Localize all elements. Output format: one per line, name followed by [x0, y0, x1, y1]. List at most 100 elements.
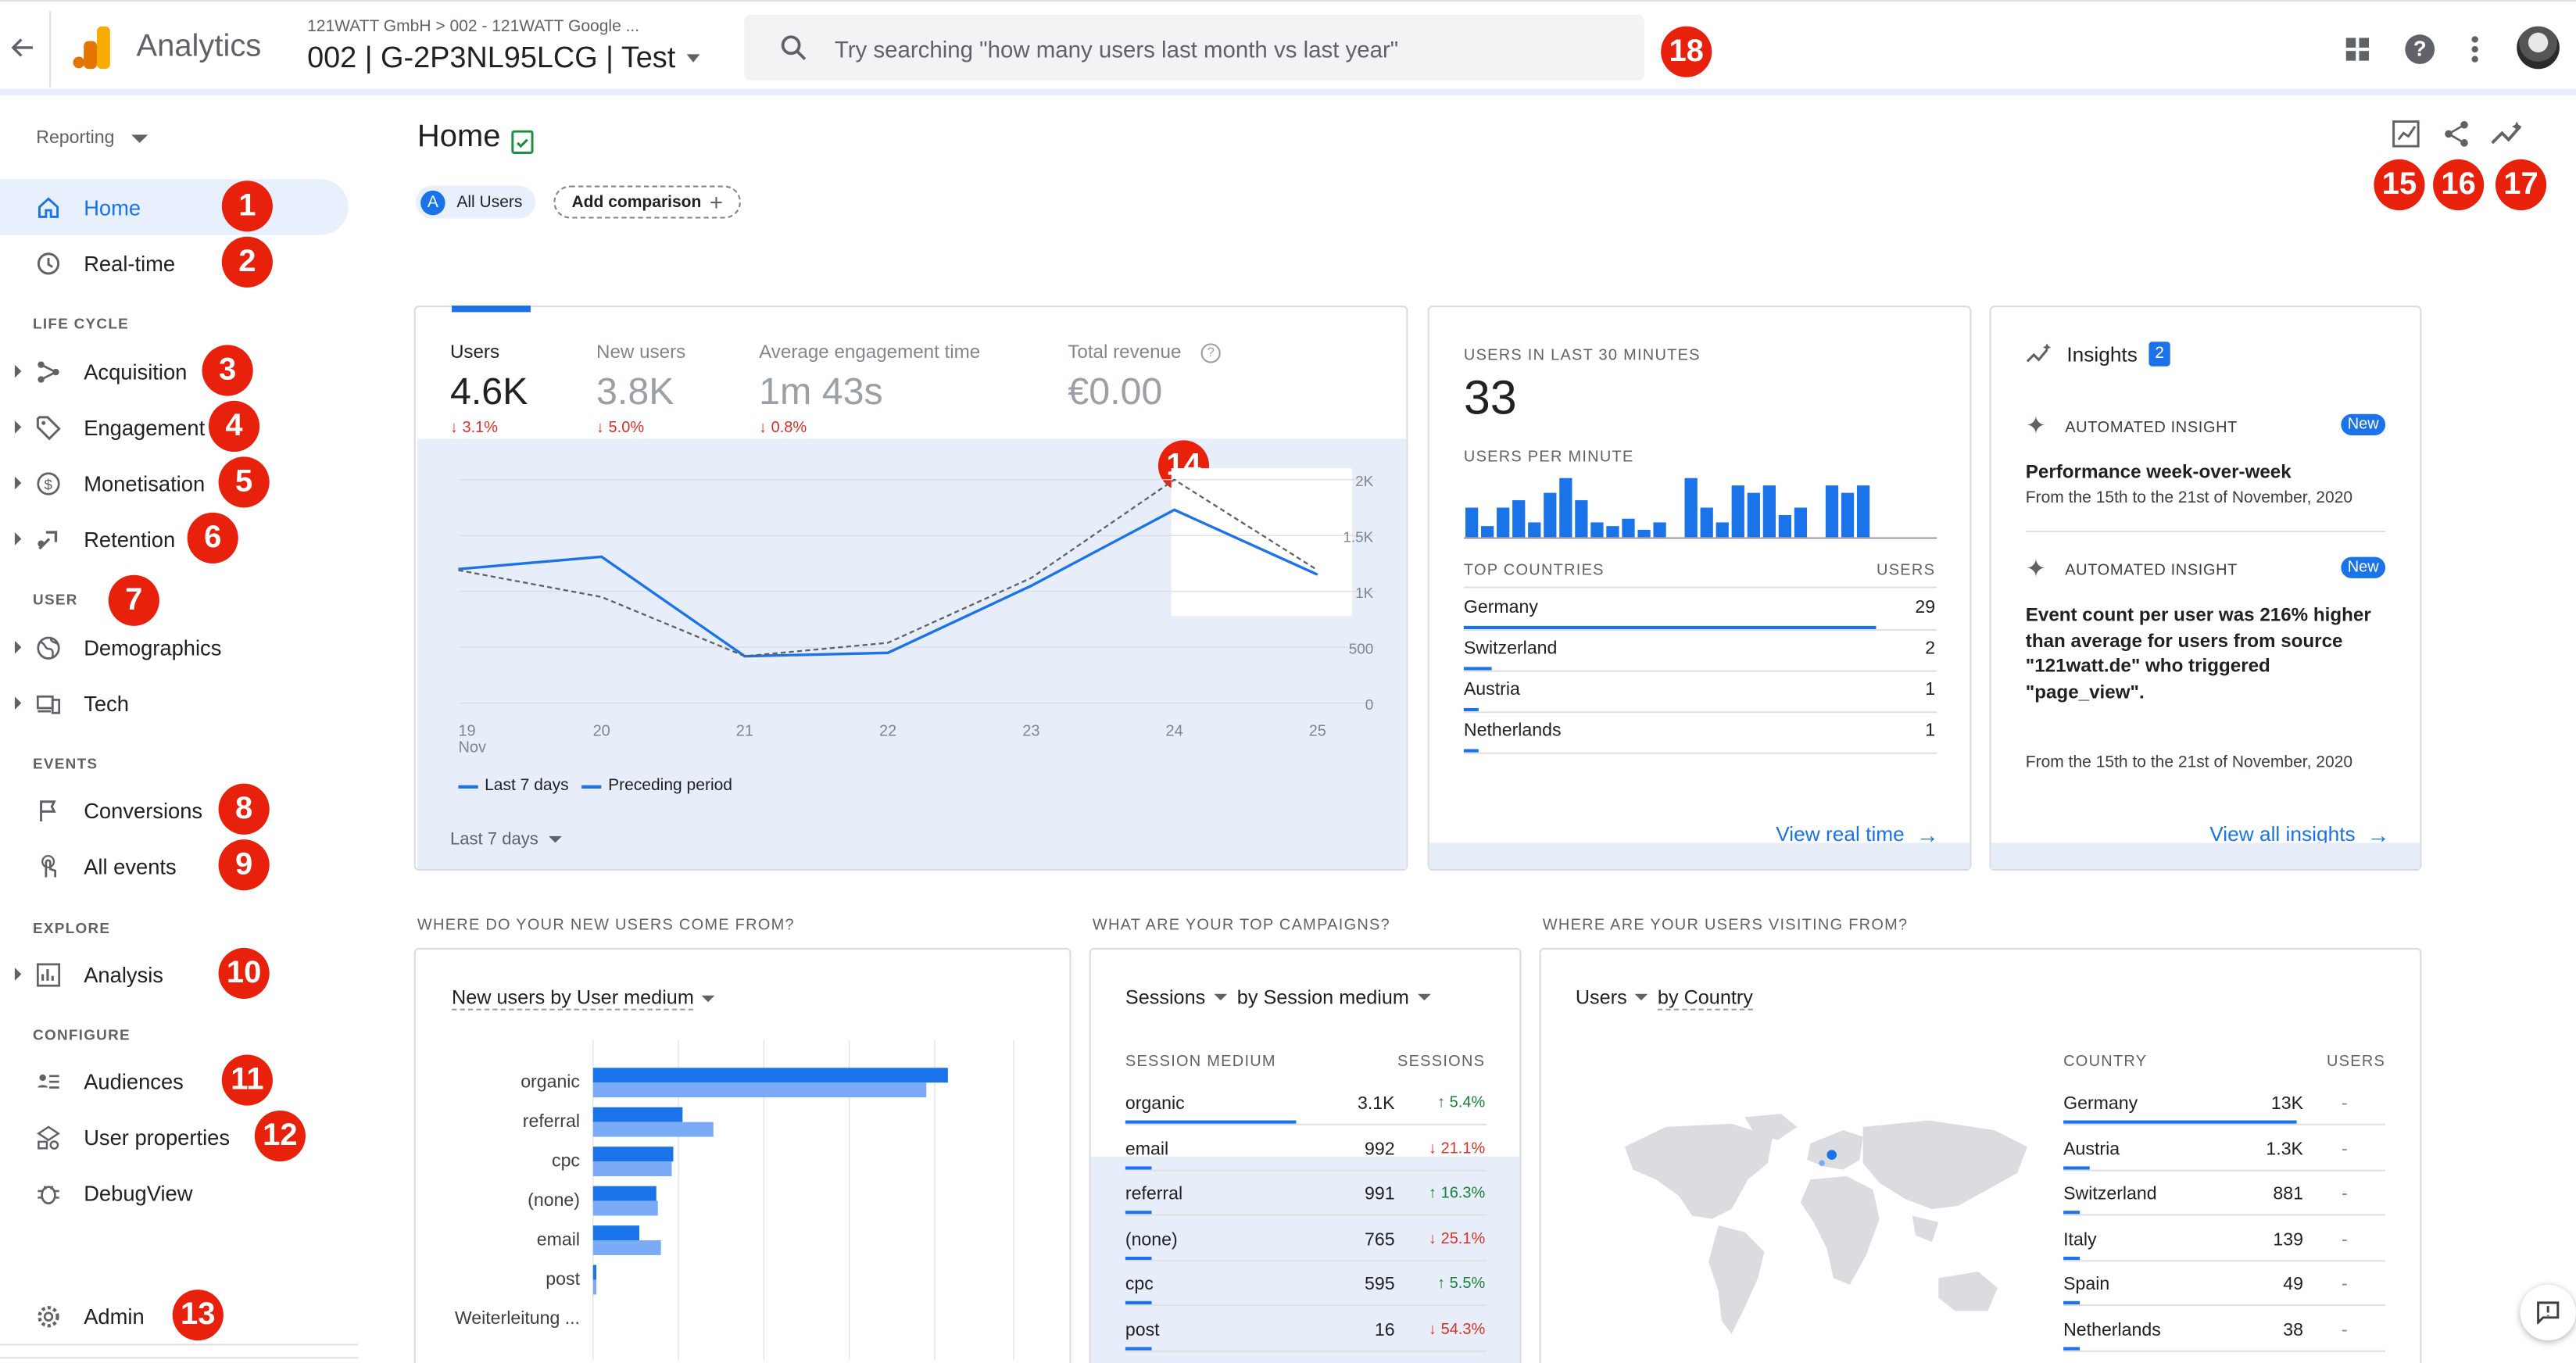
- bar-last-7-days: [592, 1186, 657, 1201]
- sidebar-item-all-events[interactable]: All events: [0, 838, 349, 893]
- bar-preceding-period: [592, 1279, 597, 1295]
- session-count: 991: [1365, 1184, 1395, 1204]
- avatar[interactable]: [2517, 26, 2560, 70]
- search-bar[interactable]: Try searching "how many users last month…: [744, 14, 1645, 80]
- by-country-label[interactable]: by Country: [1657, 986, 1753, 1011]
- feedback-icon[interactable]: [2520, 1284, 2576, 1341]
- sidebar-item-retention[interactable]: Retention: [0, 511, 349, 567]
- metric-tab-users[interactable]: Users 4.6K ↓ 3.1%: [450, 343, 528, 437]
- y-tick-label: 1.5K: [1343, 530, 1373, 546]
- apps-grid-icon[interactable]: [2345, 38, 2370, 61]
- expand-caret-icon[interactable]: [14, 476, 22, 490]
- metric-tab-average-engagement-time[interactable]: Average engagement time 1m 43s ↓ 0.8%: [759, 343, 980, 437]
- sidebar-item-label: Tech: [84, 690, 129, 716]
- country-name: Netherlands: [1463, 721, 1562, 742]
- x-tick-label: 24: [1165, 723, 1182, 740]
- sidebar-item-label: Demographics: [84, 635, 222, 660]
- country-name: Germany: [1463, 598, 1538, 618]
- x-tick-label: 19: [458, 723, 475, 740]
- expand-caret-icon[interactable]: [14, 532, 22, 546]
- users-per-minute-label: USERS PER MINUTE: [1463, 448, 1634, 467]
- expand-caret-icon[interactable]: [14, 420, 22, 434]
- touch-icon: [36, 854, 61, 879]
- sidebar-item-engagement[interactable]: Engagement: [0, 399, 349, 455]
- country-users: 1: [1925, 721, 1936, 742]
- metric-value: 3.8K: [596, 369, 674, 413]
- country-change: -: [2342, 1319, 2348, 1340]
- devices-icon: [36, 692, 61, 717]
- info-icon[interactable]: ?: [1200, 343, 1221, 363]
- users-selector[interactable]: Users: [1576, 986, 1649, 1009]
- metric-value: €0.00: [1068, 369, 1163, 413]
- share-icon[interactable]: [2443, 120, 2471, 148]
- legend-last-7-days: Last 7 days: [485, 777, 569, 796]
- annotation-badge-9: 9: [218, 839, 270, 891]
- search-icon: [781, 35, 807, 61]
- expand-caret-icon[interactable]: [14, 696, 22, 710]
- help-icon[interactable]: ?: [2405, 34, 2435, 64]
- metric-tab-new-users[interactable]: New users 3.8K ↓ 5.0%: [596, 343, 685, 437]
- sessions-header: SESSIONS: [1397, 1053, 1486, 1071]
- insight-title[interactable]: Performance week-over-week: [2026, 462, 2391, 488]
- segment-label: All Users: [456, 192, 523, 212]
- country-name: Germany: [2063, 1093, 2138, 1114]
- insights-trend-icon[interactable]: [2491, 120, 2525, 148]
- sidebar-item-analysis[interactable]: Analysis: [0, 946, 349, 1002]
- home-icon: [36, 195, 61, 220]
- sidebar-item-debugview[interactable]: DebugView: [0, 1164, 349, 1220]
- metric-tab-total-revenue[interactable]: Total revenue? €0.00: [1068, 343, 1221, 413]
- account-breadcrumb[interactable]: 121WATT GmbH > 002 - 121WATT Google ...: [307, 18, 639, 36]
- customize-report-icon[interactable]: [2392, 120, 2420, 148]
- sidebar-item-conversions[interactable]: Conversions: [0, 782, 349, 838]
- add-comparison-button[interactable]: Add comparison +: [553, 185, 742, 219]
- sessions-selector[interactable]: Sessions: [1125, 986, 1227, 1009]
- sidebar-item-monetisation[interactable]: $ Monetisation: [0, 455, 349, 510]
- session-medium-selector[interactable]: by Session medium: [1237, 986, 1431, 1009]
- segment-chip-all-users[interactable]: A All Users: [415, 185, 536, 219]
- session-medium-name: post: [1125, 1319, 1160, 1340]
- new-badge: New: [2341, 413, 2386, 436]
- expand-caret-icon[interactable]: [14, 968, 22, 981]
- session-change: ↑ 5.4%: [1437, 1093, 1486, 1113]
- sidebar-item-real-time[interactable]: Real-time: [0, 235, 349, 291]
- property-selector[interactable]: 002 | G-2P3NL95LCG | Test: [307, 41, 700, 76]
- more-vert-icon[interactable]: [2470, 34, 2479, 64]
- expand-caret-icon[interactable]: [14, 364, 22, 378]
- country-change: -: [2342, 1275, 2348, 1295]
- hover-highlight-band: [1171, 468, 1352, 617]
- countries-card: Users by Country COUNTRY USERS Germany 13…: [1539, 947, 2422, 1363]
- caret-down-icon: [548, 835, 562, 843]
- session-count: 765: [1365, 1229, 1395, 1250]
- date-range-selector[interactable]: Last 7 days: [449, 829, 562, 850]
- analytics-logo: [72, 26, 111, 70]
- sidebar-item-label: Engagement: [84, 414, 206, 440]
- sidebar-item-audiences[interactable]: Audiences: [0, 1053, 349, 1108]
- minute-bar: [1575, 500, 1588, 538]
- country-name: Italy: [2063, 1229, 2097, 1250]
- sidebar-item-home[interactable]: Home: [0, 179, 349, 235]
- metric-value: 4.6K: [449, 369, 528, 413]
- sidebar-item-acquisition[interactable]: Acquisition: [0, 343, 349, 399]
- sidebar-item-tech[interactable]: Tech: [0, 675, 349, 731]
- x-tick-label: 20: [593, 723, 610, 740]
- country-users: 2: [1925, 639, 1936, 659]
- country-name: Switzerland: [2063, 1184, 2157, 1204]
- country-users: 1: [1925, 680, 1936, 700]
- minute-bar: [1856, 485, 1870, 538]
- bar-preceding-period: [592, 1240, 661, 1255]
- insight-title[interactable]: Event count per user was 216% higher tha…: [2026, 605, 2391, 707]
- expand-caret-icon[interactable]: [14, 640, 22, 654]
- sidebar-item-demographics[interactable]: Demographics: [0, 619, 349, 674]
- bar-last-7-days: [592, 1107, 683, 1122]
- caret-down-icon: [1213, 993, 1227, 1001]
- country-change: -: [2342, 1093, 2348, 1114]
- session-medium-header: SESSION MEDIUM: [1125, 1053, 1276, 1071]
- arrow-left-icon[interactable]: [10, 34, 37, 61]
- legend-solid-swatch: [458, 784, 478, 788]
- date-range-label: Last 7 days: [449, 829, 538, 850]
- reporting-selector[interactable]: Reporting: [36, 128, 148, 148]
- section-explore: EXPLORE: [33, 920, 111, 937]
- user-medium-selector[interactable]: New users by User medium: [452, 986, 716, 1011]
- search-input[interactable]: Try searching "how many users last month…: [835, 36, 1398, 63]
- annotation-badge-8: 8: [218, 783, 270, 835]
